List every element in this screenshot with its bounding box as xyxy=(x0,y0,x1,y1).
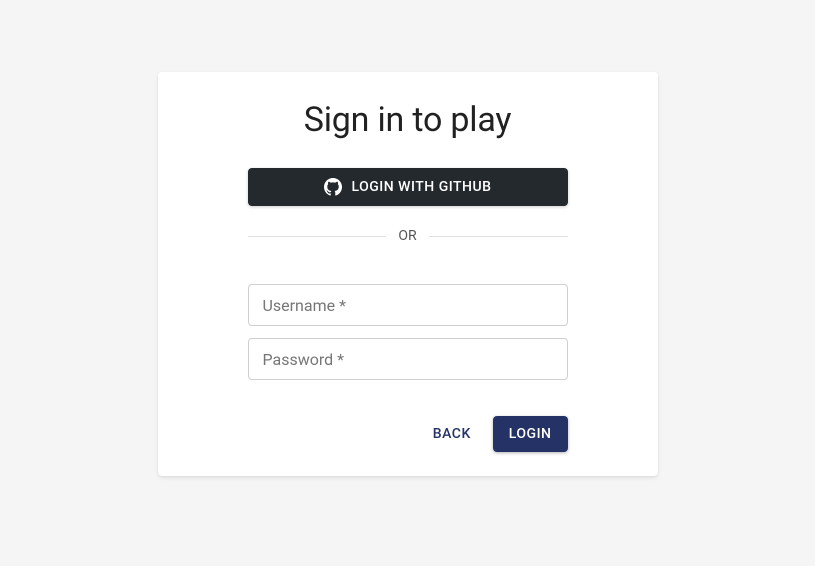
back-button[interactable]: BACK xyxy=(423,418,481,450)
form-actions: BACK LOGIN xyxy=(248,416,568,452)
divider: OR xyxy=(248,228,568,244)
divider-line-left xyxy=(248,236,387,237)
password-input[interactable] xyxy=(248,338,568,380)
login-with-github-button[interactable]: LOGIN WITH GITHUB xyxy=(248,168,568,206)
github-icon xyxy=(324,178,342,196)
page-title: Sign in to play xyxy=(248,100,568,140)
login-button[interactable]: LOGIN xyxy=(493,416,568,452)
github-button-label: LOGIN WITH GITHUB xyxy=(352,179,492,195)
divider-text: OR xyxy=(386,228,428,244)
username-input[interactable] xyxy=(248,284,568,326)
divider-line-right xyxy=(429,236,568,237)
signin-card: Sign in to play LOGIN WITH GITHUB OR BAC… xyxy=(158,72,658,476)
